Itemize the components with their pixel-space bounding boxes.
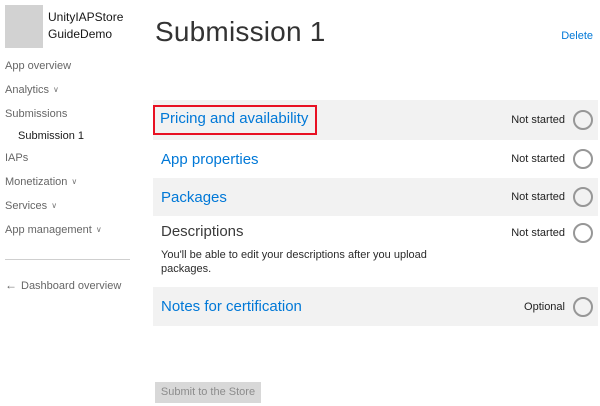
sidebar-item-app-overview[interactable]: App overview: [5, 54, 145, 78]
sidebar-item-app-management[interactable]: App management∨: [5, 218, 145, 242]
submission-checklist: Pricing and availability Not started App…: [153, 100, 598, 326]
row-descriptions: Descriptions You'll be able to edit your…: [153, 216, 598, 287]
status-label: Not started: [511, 114, 565, 126]
sidebar-item-monetization[interactable]: Monetization∨: [5, 170, 145, 194]
back-arrow-icon: ←: [5, 278, 17, 292]
status-circle-icon: [573, 223, 593, 243]
status-circle-icon: [573, 149, 593, 169]
status-label: Not started: [511, 191, 565, 203]
status-label: Not started: [511, 153, 565, 165]
submit-to-store-button[interactable]: Submit to the Store: [155, 382, 261, 403]
sidebar-item-analytics[interactable]: Analytics∨: [5, 78, 145, 102]
app-icon: [5, 5, 43, 48]
sidebar-divider: [5, 259, 130, 260]
app-properties-link[interactable]: App properties: [161, 151, 259, 168]
row-status: Optional: [524, 297, 593, 317]
status-circle-icon: [573, 187, 593, 207]
app-name-line1: UnityIAPStore: [48, 10, 123, 24]
status-label: Optional: [524, 301, 565, 313]
row-notes-for-certification: Notes for certification Optional: [153, 287, 598, 326]
row-status: Not started: [511, 110, 593, 130]
delete-button[interactable]: Delete: [561, 30, 593, 42]
sidebar-item-dashboard-overview[interactable]: ←Dashboard overview: [5, 278, 121, 292]
sidebar-item-services[interactable]: Services∨: [5, 194, 145, 218]
page-title: Submission 1: [155, 16, 325, 48]
packages-link[interactable]: Packages: [161, 189, 227, 206]
notes-for-certification-link[interactable]: Notes for certification: [161, 298, 302, 315]
sidebar-item-iaps[interactable]: IAPs: [5, 146, 145, 170]
chevron-down-icon: ∨: [96, 225, 102, 234]
chevron-down-icon: ∨: [51, 201, 57, 210]
descriptions-block: Descriptions You'll be able to edit your…: [161, 223, 433, 276]
sidebar-nav: App overview Analytics∨ Submissions Subm…: [5, 54, 145, 242]
row-app-properties: App properties Not started: [153, 140, 598, 178]
submission-page: UnityIAPStore GuideDemo App overview Ana…: [0, 0, 600, 406]
status-circle-icon: [573, 297, 593, 317]
descriptions-note: You'll be able to edit your descriptions…: [161, 248, 433, 276]
sidebar-item-submissions[interactable]: Submissions: [5, 102, 145, 126]
pricing-and-availability-link[interactable]: Pricing and availability: [160, 110, 308, 127]
descriptions-heading: Descriptions: [161, 223, 433, 240]
red-highlight-box: Pricing and availability: [153, 105, 317, 135]
sidebar: UnityIAPStore GuideDemo App overview Ana…: [0, 0, 150, 406]
status-circle-icon: [573, 110, 593, 130]
row-packages: Packages Not started: [153, 178, 598, 216]
chevron-down-icon: ∨: [71, 177, 77, 186]
app-name: UnityIAPStore GuideDemo: [48, 9, 123, 43]
main-content: Submission 1 Delete Pricing and availabi…: [153, 0, 598, 406]
row-pricing-and-availability: Pricing and availability Not started: [153, 100, 598, 140]
sidebar-item-submission-1[interactable]: Submission 1: [18, 126, 145, 146]
chevron-down-icon: ∨: [53, 85, 59, 94]
app-name-line2: GuideDemo: [48, 27, 112, 41]
row-status: Not started: [511, 149, 593, 169]
status-label: Not started: [511, 227, 565, 239]
row-status: Not started: [511, 223, 593, 243]
row-status: Not started: [511, 187, 593, 207]
